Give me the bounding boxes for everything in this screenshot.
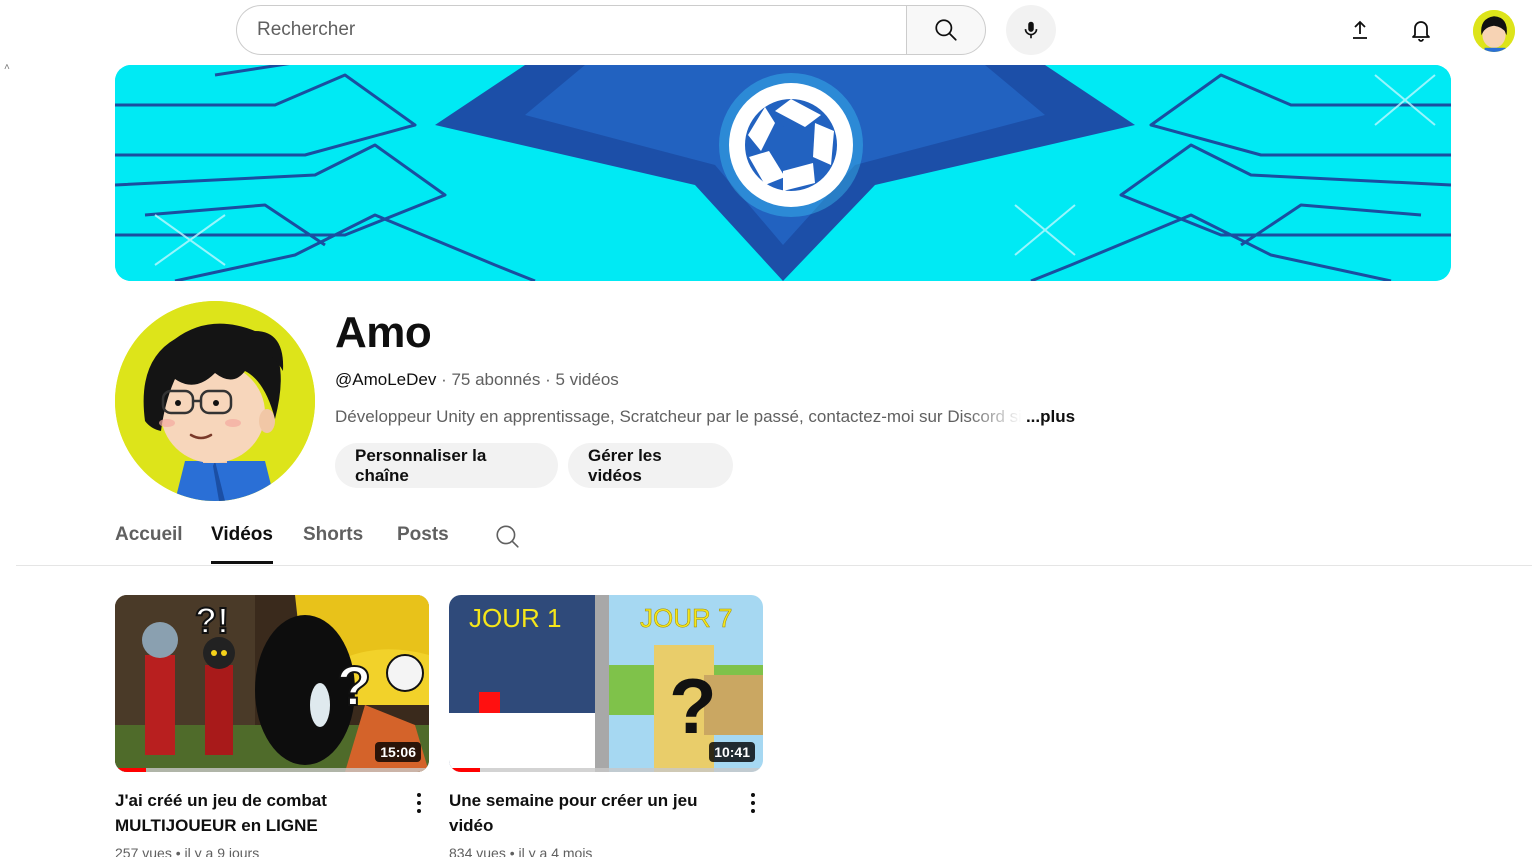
- video-stats: 257 vues • il y a 9 jours: [115, 845, 259, 857]
- search-button[interactable]: [906, 5, 986, 55]
- channel-meta: @AmoLeDev · 75 abonnés · 5 vidéos: [335, 370, 619, 390]
- watch-progress-fill: [449, 768, 481, 772]
- upload-icon: [1353, 20, 1367, 39]
- tabs-divider: [16, 565, 1532, 566]
- more-vertical-icon[interactable]: [743, 791, 763, 815]
- notifications-button[interactable]: [1401, 10, 1441, 50]
- tab-shorts[interactable]: Shorts: [303, 524, 363, 564]
- customize-channel-button[interactable]: Personnaliser la chaîne: [335, 443, 558, 488]
- tab-home[interactable]: Accueil: [115, 524, 183, 564]
- bell-icon: [1412, 21, 1430, 42]
- upload-age: il y a 4 mois: [518, 845, 593, 857]
- video-thumbnail[interactable]: ? JOUR 1 JOUR 7 10:41: [449, 595, 763, 772]
- channel-tabs: Accueil Vidéos Shorts Posts: [0, 510, 1532, 566]
- channel-avatar[interactable]: [115, 301, 315, 501]
- description-text: Développeur Unity en apprentissage, Scra…: [335, 407, 1022, 426]
- thumbnail-day1-text: JOUR 1: [469, 603, 561, 633]
- account-avatar[interactable]: [1473, 10, 1515, 52]
- more-link[interactable]: ...plus: [1026, 407, 1075, 426]
- manage-videos-button[interactable]: Gérer les vidéos: [568, 443, 733, 488]
- upload-age: il y a 9 jours: [184, 845, 260, 857]
- video-title[interactable]: J'ai créé un jeu de combat MULTIJOUEUR e…: [115, 788, 385, 838]
- video-duration: 15:06: [375, 742, 421, 762]
- voice-search-button[interactable]: [1006, 5, 1056, 55]
- channel-name: Amo: [335, 308, 432, 357]
- svg-text:?: ?: [337, 654, 371, 717]
- subscriber-count: 75 abonnés: [451, 370, 541, 389]
- view-count: 257 vues: [115, 845, 172, 857]
- video-stats: 834 vues • il y a 4 mois: [449, 845, 592, 857]
- watch-progress-fill: [115, 768, 147, 772]
- video-thumbnail[interactable]: ?! ? 15:06: [115, 595, 429, 772]
- tab-posts[interactable]: Posts: [397, 524, 449, 564]
- tab-search-button[interactable]: [494, 523, 522, 551]
- thumbnail-day7-text: JOUR 7: [640, 603, 732, 633]
- channel-handle: @AmoLeDev: [335, 370, 437, 389]
- search-icon: [935, 19, 957, 41]
- top-bar: [0, 0, 1532, 60]
- more-vertical-icon[interactable]: [409, 791, 429, 815]
- upload-button[interactable]: [1340, 10, 1380, 50]
- search-icon: [496, 525, 519, 548]
- svg-text:?!: ?!: [195, 600, 229, 641]
- svg-text:?: ?: [669, 662, 717, 750]
- mic-icon: [1024, 21, 1038, 39]
- meta-separator: ·: [540, 370, 556, 389]
- video-card[interactable]: ?! ? 15:06 J'ai créé un jeu de combat MU…: [115, 595, 429, 857]
- search-input[interactable]: [237, 6, 908, 54]
- search-box: [236, 5, 908, 55]
- tab-videos[interactable]: Vidéos: [211, 524, 273, 564]
- avatar-illustration: [1473, 10, 1515, 52]
- video-duration: 10:41: [709, 742, 755, 762]
- video-count: 5 vidéos: [555, 370, 619, 389]
- avatar-illustration: [115, 301, 315, 501]
- channel-banner: [115, 65, 1451, 281]
- video-card[interactable]: ? JOUR 1 JOUR 7 10:41 Une semaine pour c…: [449, 595, 763, 857]
- video-title[interactable]: Une semaine pour créer un jeu vidéo: [449, 788, 719, 838]
- channel-description[interactable]: Développeur Unity en apprentissage, Scra…: [335, 407, 1075, 427]
- meta-separator: ·: [436, 370, 452, 389]
- banner-art: [115, 65, 1451, 281]
- edge-caret: ˄: [4, 62, 10, 73]
- watch-progress: [449, 768, 763, 772]
- watch-progress: [115, 768, 429, 772]
- view-count: 834 vues: [449, 845, 506, 857]
